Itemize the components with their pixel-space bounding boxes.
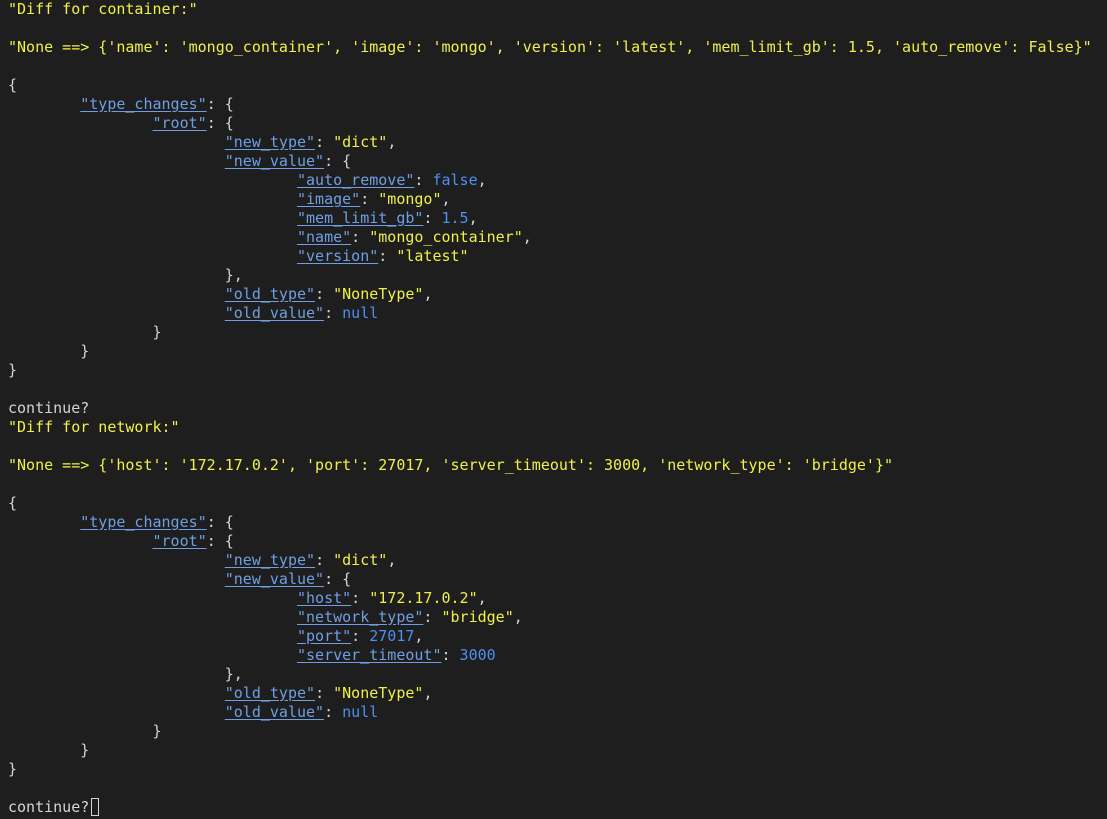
json-string-value: "mongo" bbox=[378, 190, 442, 208]
json-close-brace: } bbox=[8, 361, 18, 379]
container-fields: "auto_remove": false, "image": "mongo", … bbox=[8, 171, 1107, 266]
json-key: "version" bbox=[296, 247, 379, 265]
json-key: "root" bbox=[152, 532, 207, 550]
json-field-line: "port": 27017, bbox=[296, 627, 424, 645]
network-fields: "host": "172.17.0.2", "network_type": "b… bbox=[8, 589, 1107, 665]
json-string-value: "172.17.0.2" bbox=[369, 589, 478, 607]
json-string-value: "NoneType" bbox=[333, 684, 424, 702]
json-key: "type_changes" bbox=[80, 513, 207, 531]
json-null-value: null bbox=[342, 304, 379, 322]
json-field-line: "image": "mongo", bbox=[296, 190, 451, 208]
json-key: "server_timeout" bbox=[296, 646, 442, 664]
json-key: "root" bbox=[152, 114, 207, 132]
terminal-output: "Diff for container:" "None ==> {'name':… bbox=[8, 0, 1107, 817]
json-literal-value: false bbox=[432, 171, 478, 189]
json-null-value: null bbox=[342, 703, 379, 721]
json-open-brace: { bbox=[8, 76, 18, 94]
json-field-line: "auto_remove": false, bbox=[296, 171, 487, 189]
json-open-brace: { bbox=[8, 494, 18, 512]
continue-prompt: continue? bbox=[8, 399, 90, 417]
json-close-brace: } bbox=[8, 722, 162, 740]
json-key: "type_changes" bbox=[80, 95, 207, 113]
terminal-window: { "container": { "header": "\"Diff for c… bbox=[0, 0, 1107, 819]
continue-input-line[interactable]: continue? bbox=[8, 798, 1107, 817]
json-line-old-value: "old_value": null bbox=[224, 703, 379, 721]
json-key: "image" bbox=[296, 190, 361, 208]
json-close-brace: } bbox=[8, 741, 90, 759]
json-line-new-type: "new_type": "dict", bbox=[224, 551, 397, 569]
json-close-brace: } bbox=[8, 760, 18, 778]
diff-summary-container: "None ==> {'name': 'mongo_container', 'i… bbox=[8, 38, 1092, 56]
json-key: "new_value" bbox=[224, 152, 325, 170]
json-line-new-value: "new_value": { bbox=[224, 570, 352, 588]
json-key: "port" bbox=[296, 627, 352, 645]
json-key: "old_type" bbox=[224, 285, 316, 303]
json-line-root: "root": { bbox=[152, 532, 234, 550]
json-field-line: "name": "mongo_container", bbox=[296, 228, 532, 246]
json-line-old-value: "old_value": null bbox=[224, 304, 379, 322]
json-key: "new_value" bbox=[224, 570, 325, 588]
json-string-value: "NoneType" bbox=[333, 285, 424, 303]
json-line-type-changes: "type_changes": { bbox=[80, 95, 234, 113]
json-line-old-type: "old_type": "NoneType", bbox=[224, 684, 433, 702]
diff-summary-network: "None ==> {'host': '172.17.0.2', 'port':… bbox=[8, 456, 894, 474]
json-string-value: "latest" bbox=[396, 247, 469, 265]
json-key: "mem_limit_gb" bbox=[296, 209, 424, 227]
json-field-line: "mem_limit_gb": 1.5, bbox=[296, 209, 478, 227]
continue-prompt: continue? bbox=[8, 798, 90, 816]
json-field-line: "version": "latest" bbox=[296, 247, 469, 265]
json-literal-value: 27017 bbox=[369, 627, 415, 645]
json-close-brace: } bbox=[8, 323, 162, 341]
text-cursor[interactable] bbox=[91, 798, 100, 816]
json-key: "new_type" bbox=[224, 551, 316, 569]
json-literal-value: 1.5 bbox=[441, 209, 469, 227]
json-line-root: "root": { bbox=[152, 114, 234, 132]
json-field-line: "server_timeout": 3000 bbox=[296, 646, 496, 664]
json-key: "network_type" bbox=[296, 608, 424, 626]
json-key: "old_value" bbox=[224, 304, 325, 322]
json-key: "name" bbox=[296, 228, 352, 246]
json-close-brace: } bbox=[8, 342, 90, 360]
json-key: "old_value" bbox=[224, 703, 325, 721]
json-field-line: "network_type": "bridge", bbox=[296, 608, 523, 626]
diff-header-network: "Diff for network:" bbox=[8, 418, 180, 436]
json-string-value: "dict" bbox=[333, 551, 388, 569]
json-string-value: "dict" bbox=[333, 133, 388, 151]
json-key: "auto_remove" bbox=[296, 171, 415, 189]
json-line-new-type: "new_type": "dict", bbox=[224, 133, 397, 151]
json-line-type-changes: "type_changes": { bbox=[80, 513, 234, 531]
json-string-value: "mongo_container" bbox=[369, 228, 523, 246]
json-key: "host" bbox=[296, 589, 352, 607]
json-string-value: "bridge" bbox=[441, 608, 514, 626]
json-key: "old_type" bbox=[224, 684, 316, 702]
json-literal-value: 3000 bbox=[459, 646, 496, 664]
json-field-line: "host": "172.17.0.2", bbox=[296, 589, 487, 607]
json-key: "new_type" bbox=[224, 133, 316, 151]
json-close-brace: }, bbox=[8, 266, 243, 284]
json-line-old-type: "old_type": "NoneType", bbox=[224, 285, 433, 303]
diff-header-container: "Diff for container:" bbox=[8, 0, 198, 18]
json-close-brace: }, bbox=[8, 665, 243, 683]
json-line-new-value: "new_value": { bbox=[224, 152, 352, 170]
